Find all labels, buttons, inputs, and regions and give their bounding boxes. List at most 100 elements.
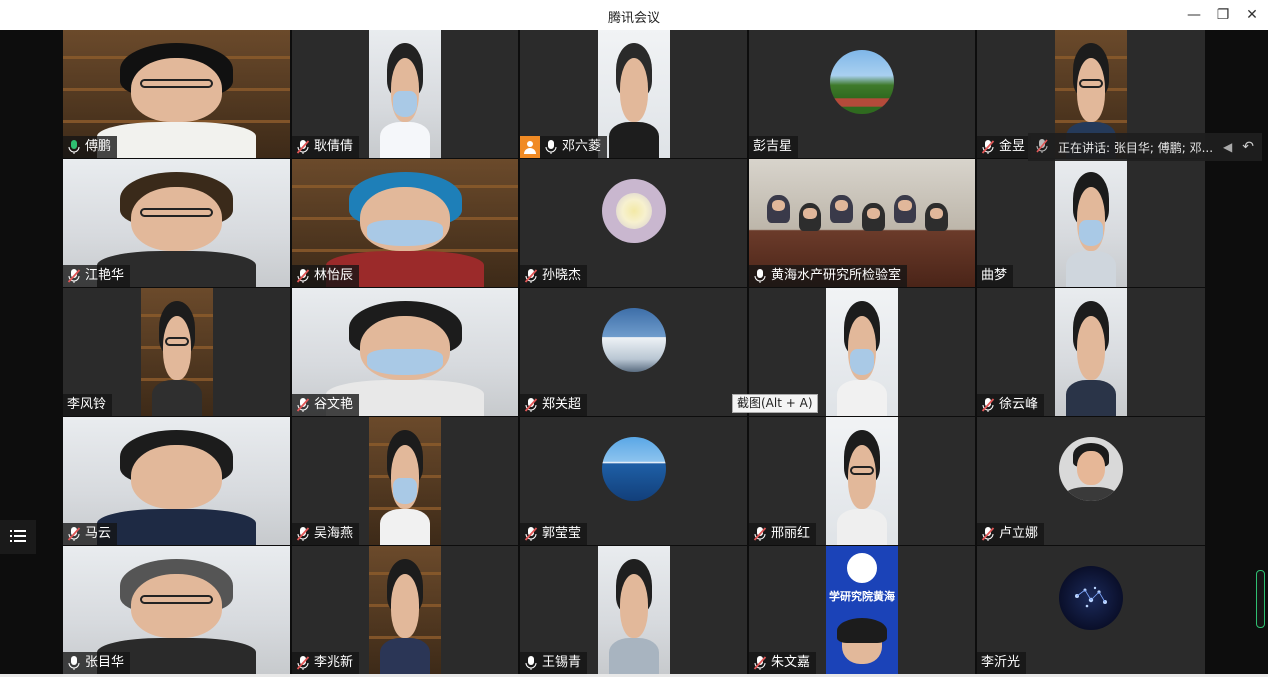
participant-name: 江艳华 bbox=[85, 268, 125, 283]
participant-name: 郑关超 bbox=[542, 397, 582, 412]
participant-nameplate: 徐云峰 bbox=[977, 394, 1045, 416]
restore-button[interactable]: ❐ bbox=[1212, 4, 1234, 26]
participant-video bbox=[826, 288, 898, 416]
list-icon bbox=[10, 528, 26, 547]
muted-mic-icon bbox=[981, 526, 995, 542]
participant-tile[interactable]: 李兆新 bbox=[292, 546, 518, 674]
participant-avatar bbox=[1059, 437, 1123, 501]
participant-video bbox=[369, 546, 441, 674]
participant-nameplate: 江艳华 bbox=[63, 265, 131, 287]
mic-icon bbox=[544, 139, 558, 155]
muted-mic-icon bbox=[296, 397, 310, 413]
participant-list-button[interactable] bbox=[0, 520, 36, 554]
participant-nameplate: 郭莹莹 bbox=[520, 523, 588, 545]
scroll-handle[interactable] bbox=[1256, 570, 1265, 628]
muted-mic-icon bbox=[296, 139, 310, 155]
participant-nameplate: 金昱 bbox=[977, 136, 1032, 158]
participant-avatar bbox=[602, 308, 666, 372]
participant-name: 卢立娜 bbox=[999, 526, 1039, 541]
participant-nameplate: 李风铃 bbox=[63, 394, 113, 416]
screenshot-tooltip: 截图(Alt + A) bbox=[732, 394, 818, 413]
participant-tile[interactable]: 邓六菱 bbox=[520, 30, 747, 158]
muted-mic-icon bbox=[524, 526, 538, 542]
speaking-indicator: 正在讲话: 张目华; 傅鹏; 邓... ◀ ↶ bbox=[1028, 133, 1262, 161]
participant-name: 徐云峰 bbox=[999, 397, 1039, 412]
close-button[interactable]: ✕ bbox=[1241, 4, 1263, 26]
participant-tile[interactable]: 王锡青 bbox=[520, 546, 747, 674]
participant-name: 李兆新 bbox=[314, 655, 354, 670]
participant-video bbox=[369, 417, 441, 545]
participant-video bbox=[826, 417, 898, 545]
participant-nameplate: 林怡辰 bbox=[292, 265, 360, 287]
back-arrow-icon[interactable]: ↶ bbox=[1242, 139, 1254, 155]
window-title: 腾讯会议 bbox=[607, 11, 660, 26]
participant-tile[interactable]: 彭吉星 bbox=[749, 30, 975, 158]
logo-text: 学研究院黄海 bbox=[829, 590, 895, 603]
video-grid: 傅鹏 耿倩倩 邓六菱 彭吉星 金昱江艳华 林怡辰 孙晓杰 黄海水产研究所检验室 曲梦李风铃 谷文艳… bbox=[63, 30, 1205, 674]
participant-nameplate: 张目华 bbox=[63, 652, 131, 674]
mic-icon bbox=[67, 139, 81, 155]
participant-video bbox=[369, 30, 441, 158]
participant-tile[interactable]: 马云 bbox=[63, 417, 290, 545]
participant-tile[interactable]: 郭莹莹 bbox=[520, 417, 747, 545]
participant-name: 李风铃 bbox=[67, 397, 107, 412]
participant-tile[interactable]: 林怡辰 bbox=[292, 159, 518, 287]
participant-tile[interactable]: 江艳华 bbox=[63, 159, 290, 287]
muted-mic-icon bbox=[753, 526, 767, 542]
participant-name: 金昱 bbox=[999, 139, 1026, 154]
participant-tile[interactable]: 谷文艳 bbox=[292, 288, 518, 416]
participant-name: 曲梦 bbox=[981, 268, 1008, 283]
title-bar: 腾讯会议 — ❐ ✕ bbox=[0, 0, 1268, 30]
muted-mic-icon bbox=[1036, 138, 1048, 157]
muted-mic-icon bbox=[981, 397, 995, 413]
participant-name: 马云 bbox=[85, 526, 112, 541]
participant-video: 学研究院黄海 bbox=[826, 546, 898, 674]
muted-mic-icon bbox=[296, 268, 310, 284]
participant-name: 邓六菱 bbox=[562, 139, 602, 154]
participant-nameplate: 王锡青 bbox=[520, 652, 588, 674]
participant-tile[interactable]: 郑关超 bbox=[520, 288, 747, 416]
participant-nameplate: 邓六菱 bbox=[520, 136, 608, 158]
participant-tile[interactable]: 李沂光 bbox=[977, 546, 1205, 674]
participant-video bbox=[598, 546, 670, 674]
muted-mic-icon bbox=[753, 655, 767, 671]
participant-tile[interactable]: 黄海水产研究所检验室 bbox=[749, 159, 975, 287]
participant-nameplate: 彭吉星 bbox=[749, 136, 799, 158]
mic-icon bbox=[753, 268, 767, 284]
participant-nameplate: 李沂光 bbox=[977, 652, 1027, 674]
participant-tile[interactable]: 卢立娜 bbox=[977, 417, 1205, 545]
mic-icon bbox=[67, 655, 81, 671]
participant-tile[interactable]: 张目华 bbox=[63, 546, 290, 674]
participant-tile[interactable]: 孙晓杰 bbox=[520, 159, 747, 287]
participant-tile[interactable]: 李风铃 bbox=[63, 288, 290, 416]
participant-name: 郭莹莹 bbox=[542, 526, 582, 541]
participant-tile[interactable]: 傅鹏 bbox=[63, 30, 290, 158]
participant-name: 李沂光 bbox=[981, 655, 1021, 670]
participant-name: 耿倩倩 bbox=[314, 139, 354, 154]
participant-tile[interactable]: 吴海燕 bbox=[292, 417, 518, 545]
participant-nameplate: 郑关超 bbox=[520, 394, 588, 416]
participant-nameplate: 曲梦 bbox=[977, 265, 1014, 287]
participant-nameplate: 黄海水产研究所检验室 bbox=[749, 265, 908, 287]
participant-tile[interactable]: 学研究院黄海朱文嘉 bbox=[749, 546, 975, 674]
participant-avatar bbox=[1059, 566, 1123, 630]
mic-icon bbox=[524, 655, 538, 671]
participant-nameplate: 邢丽红 bbox=[749, 523, 817, 545]
muted-mic-icon bbox=[524, 397, 538, 413]
participant-tile[interactable]: 邢丽红 bbox=[749, 417, 975, 545]
participant-tile[interactable]: 曲梦 bbox=[977, 159, 1205, 287]
muted-mic-icon bbox=[296, 655, 310, 671]
participant-nameplate: 谷文艳 bbox=[292, 394, 360, 416]
participant-video bbox=[141, 288, 213, 416]
participant-name: 张目华 bbox=[85, 655, 125, 670]
participant-tile[interactable]: 耿倩倩 bbox=[292, 30, 518, 158]
participant-tile[interactable]: 徐云峰 bbox=[977, 288, 1205, 416]
participant-avatar bbox=[602, 179, 666, 243]
participant-name: 王锡青 bbox=[542, 655, 582, 670]
participant-name: 朱文嘉 bbox=[771, 655, 811, 670]
minimize-button[interactable]: — bbox=[1183, 4, 1205, 26]
participant-nameplate: 李兆新 bbox=[292, 652, 360, 674]
collapse-arrow-icon[interactable]: ◀ bbox=[1223, 140, 1232, 154]
participant-name: 吴海燕 bbox=[314, 526, 354, 541]
participant-name: 林怡辰 bbox=[314, 268, 354, 283]
